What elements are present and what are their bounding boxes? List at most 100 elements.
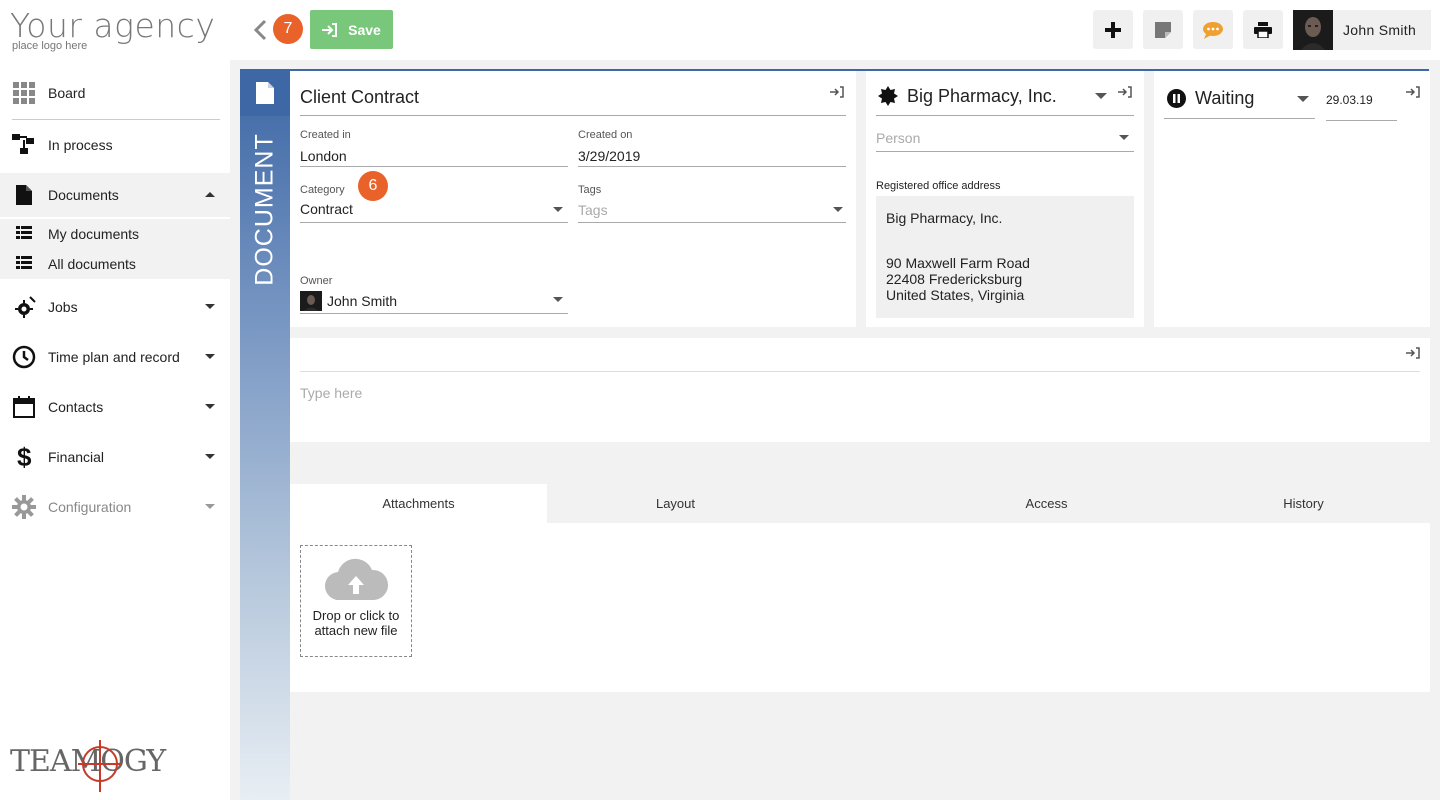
avatar [1293,10,1333,50]
svg-text:$: $ [17,444,32,470]
chevron-down-icon [205,404,215,409]
cloud-upload-icon [324,558,388,600]
sign-in-icon[interactable] [1406,347,1420,359]
tab-attachments[interactable]: Attachments [290,484,547,523]
document-type-icon-box [240,69,290,116]
chevron-down-icon [205,304,215,309]
sign-in-icon [322,22,338,37]
nav-jobs-label: Jobs [48,299,78,315]
nav-documents[interactable]: Documents [0,173,230,217]
status-select[interactable]: Waiting [1195,88,1254,109]
title-underline [300,115,846,116]
file-dropzone[interactable]: Drop or click to attach new file [300,545,412,657]
add-button[interactable] [1093,10,1133,49]
chevron-down-icon[interactable] [1095,93,1107,99]
chevron-down-icon [205,354,215,359]
chevron-down-icon[interactable] [553,207,563,212]
nav-in-process[interactable]: In process [0,123,230,167]
status-panel [1154,71,1430,327]
grid-icon [12,81,36,105]
sign-in-icon[interactable] [1118,86,1132,98]
document-icon [256,81,274,104]
owner-select[interactable]: John Smith [327,293,397,309]
dropzone-text: Drop or click to attach new file [313,608,400,638]
created-in-underline [300,166,568,167]
document-icon [12,183,36,207]
save-label: Save [348,21,381,38]
nav-divider [12,119,220,120]
back-button[interactable] [252,18,270,42]
tags-label: Tags [578,184,602,196]
created-in-field[interactable]: London [300,148,347,164]
person-select[interactable]: Person [876,130,920,146]
sign-in-icon[interactable] [1406,86,1420,98]
chat-button[interactable] [1193,10,1233,49]
address-box: Big Pharmacy, Inc. 90 Maxwell Farm Road … [876,196,1134,318]
list-icon [16,255,32,273]
company-select[interactable]: Big Pharmacy, Inc. [907,86,1057,107]
category-select[interactable]: Contract [300,201,353,217]
chevron-down-icon[interactable] [1297,96,1309,102]
nav-all-documents-label: All documents [48,256,136,272]
tab-history[interactable]: History [1175,484,1432,523]
document-type-text: DOCUMENT [250,132,279,286]
save-button[interactable]: Save [310,10,393,49]
chevron-left-icon [253,19,267,41]
step-badge: 7 [273,14,303,44]
sign-in-icon[interactable] [830,86,844,98]
clock-icon [12,345,36,369]
agency-logo[interactable]: Your agency place logo here [10,6,216,53]
nav-financial[interactable]: $ Financial [0,435,230,479]
dollar-icon: $ [12,444,36,470]
jobs-gear-icon [12,295,36,319]
tags-input[interactable]: Tags [578,202,608,218]
nav-my-documents-label: My documents [48,226,140,242]
nav-configuration[interactable]: Configuration [0,485,230,529]
note-button[interactable] [1143,10,1183,49]
address-line: 22408 Fredericksburg [886,271,1023,287]
created-on-label: Created on [578,129,633,141]
tab-layout[interactable]: Layout [547,484,804,523]
user-name: John Smith [1343,22,1417,38]
chevron-down-icon[interactable] [833,207,843,212]
nav-my-documents[interactable]: My documents [0,219,230,249]
address-line: 90 Maxwell Farm Road [886,255,1030,271]
top-bar: 7 Save John Smith [230,0,1440,60]
nav-documents-label: Documents [48,187,119,203]
nav-all-documents[interactable]: All documents [0,249,230,279]
chevron-up-icon [205,192,215,197]
status-date-field[interactable]: 29.03.19 [1326,93,1373,107]
nav-time-plan[interactable]: Time plan and record [0,335,230,379]
nav-contacts-label: Contacts [48,399,104,415]
nav-board-label: Board [48,85,86,101]
chat-icon [1203,21,1223,39]
nav-board[interactable]: Board [0,71,230,115]
dropzone-line: Drop or click to [312,608,400,623]
created-on-underline [578,166,846,167]
nav-time-plan-label: Time plan and record [48,349,180,365]
logo-title: Your agency [10,6,216,45]
owner-avatar [300,291,322,311]
chevron-down-icon[interactable] [553,297,563,302]
category-underline [300,222,568,223]
notes-textarea[interactable]: Type here [300,385,362,401]
tab-access[interactable]: Access [918,484,1175,523]
status-underline [1164,118,1315,119]
chevron-down-icon[interactable] [1119,135,1129,140]
user-menu[interactable]: John Smith [1293,10,1431,50]
company-badge-icon [878,86,898,106]
nav-contacts[interactable]: Contacts [0,385,230,429]
tab-bar: Attachments Layout Access History [290,484,1430,523]
workflow-icon [12,133,36,157]
notes-divider [300,371,1420,372]
sidebar: Your agency place logo here Board In pro… [0,0,230,800]
teamogy-logo: TEAMOGY [10,740,166,792]
created-on-field[interactable]: 3/29/2019 [578,148,640,164]
gear-icon [12,495,36,519]
print-button[interactable] [1243,10,1283,49]
printer-icon [1254,21,1272,38]
document-title[interactable]: Client Contract [300,87,419,108]
created-in-label: Created in [300,129,351,141]
notes-panel [290,338,1430,442]
nav-jobs[interactable]: Jobs [0,285,230,329]
